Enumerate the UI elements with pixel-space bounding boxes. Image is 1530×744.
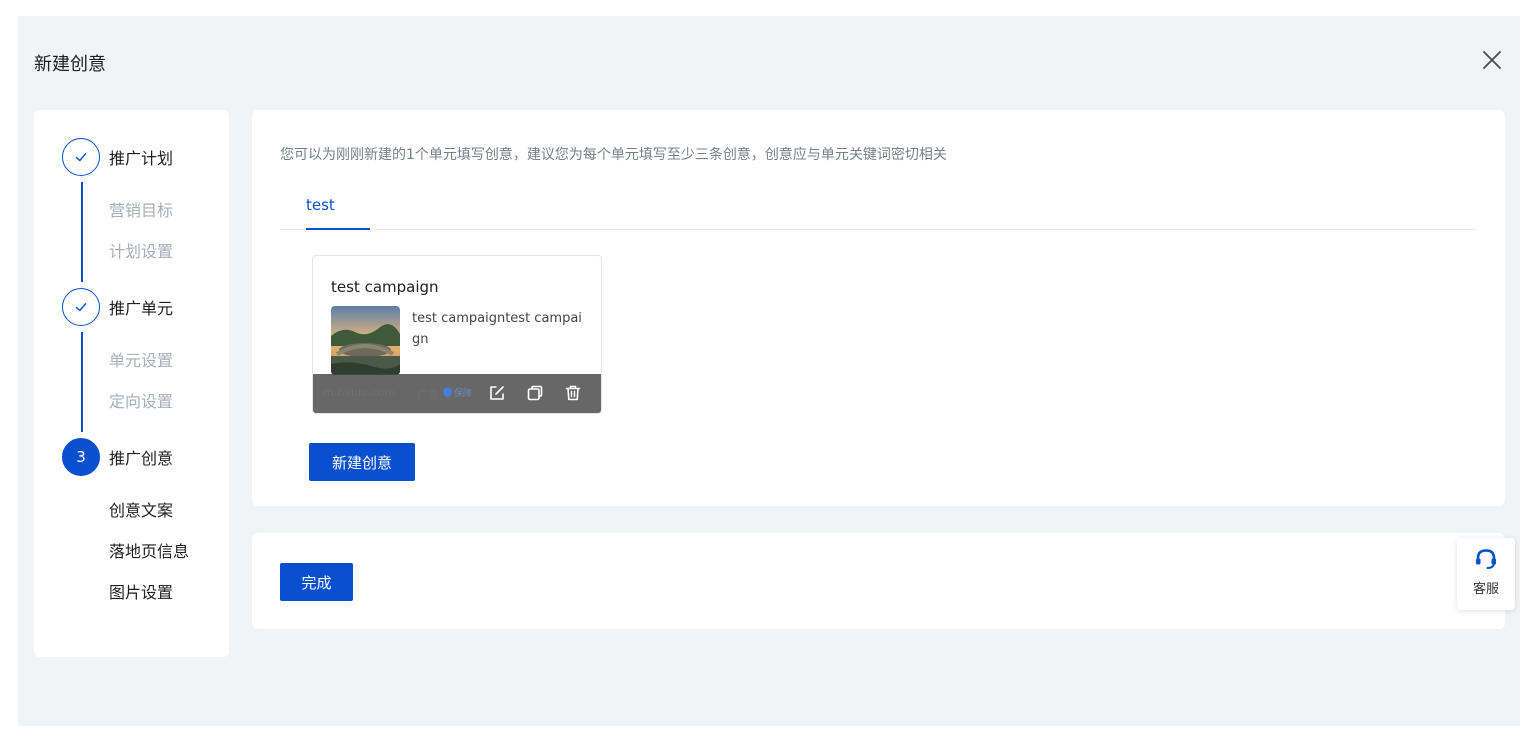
hint-text: 您可以为刚刚新建的1个单元填写创意，建议您为每个单元填写至少三条创意，创意应与单…: [280, 147, 947, 163]
step-campaign[interactable]: 推广计划: [62, 138, 173, 176]
substep-campaign-settings[interactable]: 计划设置: [109, 238, 173, 262]
substep-marketing-goal[interactable]: 营销目标: [109, 197, 173, 221]
creative-content-panel: 您可以为刚刚新建的1个单元填写创意，建议您为每个单元填写至少三条创意，创意应与单…: [252, 110, 1505, 506]
substep-landing-page-info[interactable]: 落地页信息: [109, 538, 189, 562]
substep-creative-copy[interactable]: 创意文案: [109, 497, 173, 521]
step-done-circle: [62, 288, 100, 326]
check-icon: [75, 153, 87, 162]
close-button[interactable]: [1480, 48, 1504, 72]
done-button[interactable]: 完成: [280, 563, 353, 601]
substep-targeting-settings[interactable]: 定向设置: [109, 388, 173, 412]
step-label: 推广计划: [109, 149, 174, 168]
footer-panel: 完成: [252, 533, 1505, 629]
stepper-sidebar: 推广计划 营销目标 计划设置 推广单元 单元设置 定向设置 3 推广创意 创意文…: [34, 110, 229, 657]
ad-tag: 广告: [417, 388, 439, 401]
tab-test[interactable]: test: [306, 196, 335, 214]
landscape-thumbnail-image: [331, 306, 400, 375]
step-label: 推广单元: [109, 299, 174, 318]
step-label: 推广创意: [109, 449, 174, 468]
substep-unit-settings[interactable]: 单元设置: [109, 347, 173, 371]
substep-image-settings[interactable]: 图片设置: [109, 579, 173, 603]
step-unit[interactable]: 推广单元: [62, 288, 173, 326]
copy-creative-button[interactable]: [525, 383, 545, 403]
step-connector-line: [81, 332, 83, 432]
unit-tabs: test: [280, 186, 1476, 230]
dialog-frame: 新建创意 推广计划 营销目标 计划设置 推广单元 单元设置 定向设置 3 推广创…: [18, 16, 1520, 726]
creative-title: test campaign: [331, 278, 439, 296]
edit-icon: [490, 386, 504, 400]
shield-icon: [443, 387, 452, 398]
creative-card-actions: [487, 383, 583, 403]
creative-card-action-bar: m.baidu.com 广告 保障: [313, 374, 601, 413]
creative-domain: m.baidu.com: [323, 386, 395, 399]
headset-icon: [1476, 549, 1496, 569]
edit-creative-button[interactable]: [487, 383, 507, 403]
customer-service-widget[interactable]: 客服: [1457, 538, 1515, 610]
step-active-circle: 3: [62, 438, 100, 476]
close-icon: [1483, 51, 1501, 69]
step-done-circle: [62, 138, 100, 176]
creative-preview-card: test campaign test campaigntest campaign…: [312, 255, 602, 414]
page-title: 新建创意: [34, 54, 106, 75]
verified-badge: 保障: [443, 386, 472, 399]
tab-active-indicator: [306, 228, 370, 230]
new-creative-button[interactable]: 新建创意: [309, 443, 415, 481]
creative-thumbnail: [331, 306, 400, 375]
verified-text: 保障: [454, 389, 473, 399]
step-creative[interactable]: 3 推广创意: [62, 438, 173, 476]
delete-icon: [565, 385, 581, 401]
delete-creative-button[interactable]: [563, 383, 583, 403]
customer-service-label: 客服: [1472, 582, 1499, 597]
step-connector-line: [81, 182, 83, 282]
copy-icon: [527, 385, 543, 401]
creative-description: test campaigntest campaign: [412, 311, 582, 347]
check-icon: [75, 303, 87, 312]
